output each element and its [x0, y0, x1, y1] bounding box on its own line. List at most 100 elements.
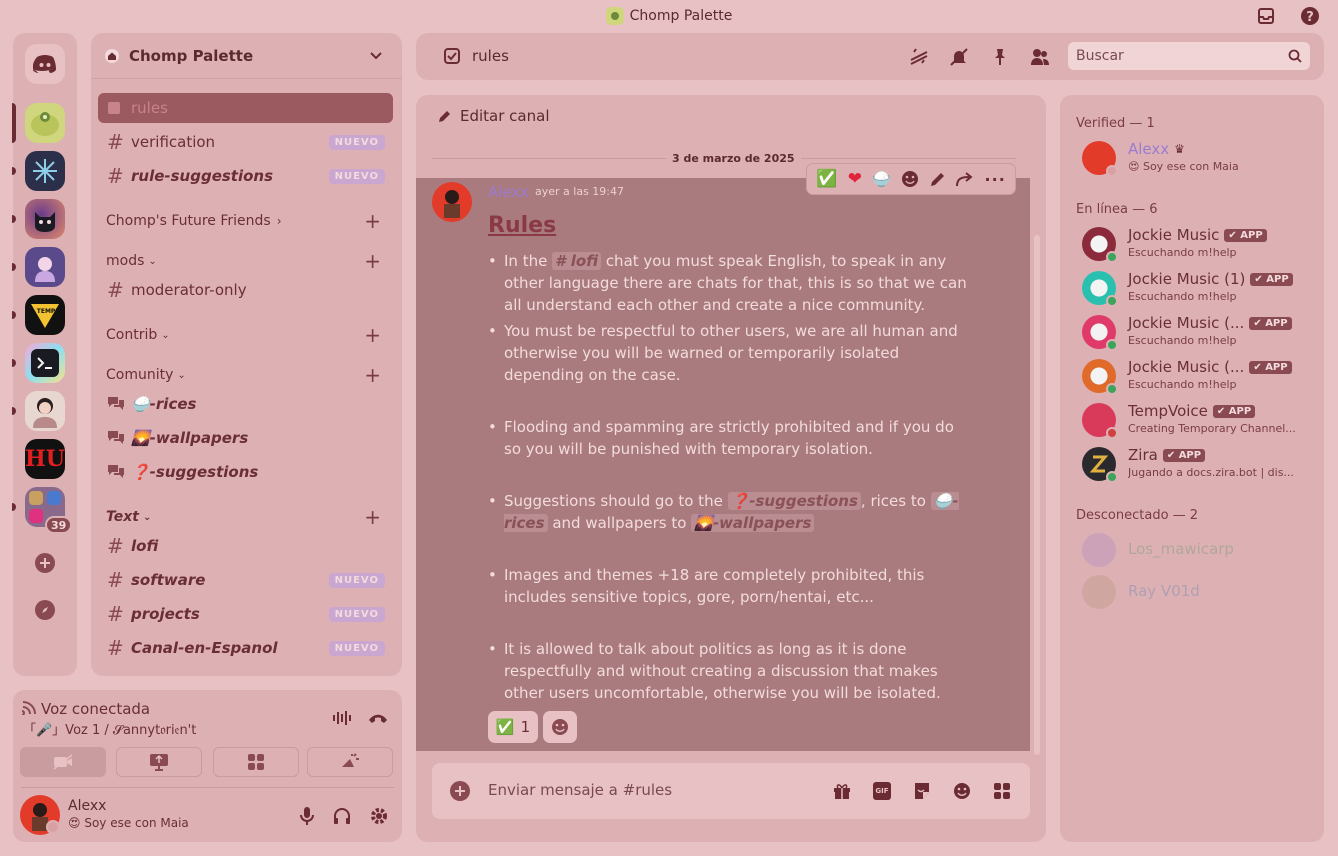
headphones-icon[interactable]: [333, 807, 351, 825]
add-channel-icon[interactable]: +: [364, 505, 381, 529]
channel-item-suggestions[interactable]: ❓-suggestions: [98, 457, 393, 487]
forward-icon[interactable]: [956, 171, 974, 187]
channel-mention[interactable]: 🌄-wallpapers: [691, 514, 815, 532]
author-avatar[interactable]: [432, 182, 472, 222]
status-idle-icon: [1106, 165, 1118, 177]
attach-plus-icon[interactable]: [450, 781, 470, 801]
guild-header[interactable]: Chomp Palette: [91, 33, 402, 79]
reaction-button[interactable]: ✅ 1: [488, 711, 538, 743]
add-reaction-button[interactable]: [543, 711, 577, 743]
category-mods[interactable]: mods ⌄ +: [106, 249, 391, 273]
category-text[interactable]: Text ⌄ +: [106, 505, 391, 529]
add-channel-icon[interactable]: +: [364, 249, 381, 273]
voice-channel-name[interactable]: 「🎤」Voz 1 / 𝓢annyt𝔬ri𝔢n't: [23, 719, 196, 738]
channel-name: software: [131, 571, 206, 589]
server-hu-icon[interactable]: HU: [25, 439, 65, 479]
server-anime-icon[interactable]: [25, 247, 65, 287]
member-name: Jockie Music (... ✔ APP: [1128, 314, 1292, 332]
notifications-muted-icon[interactable]: [950, 48, 968, 66]
threads-icon[interactable]: [909, 48, 929, 66]
help-icon[interactable]: ?: [1300, 6, 1320, 26]
server-cat-icon[interactable]: [25, 199, 65, 239]
sticker-icon[interactable]: [913, 782, 931, 800]
member-name: Jockie Music (... ✔ APP: [1128, 358, 1292, 376]
add-reaction-icon[interactable]: [901, 170, 919, 188]
channel-item-verification[interactable]: # verification NUEVO: [98, 127, 393, 157]
server-chomp-palette-icon[interactable]: [25, 103, 65, 143]
member-avatar: [1082, 533, 1116, 567]
add-server-icon[interactable]: [35, 553, 55, 573]
member-item[interactable]: Jockie Music (1) ✔ APP Escuchando m!help: [1082, 269, 1318, 309]
member-item[interactable]: Alexx ♛ 😍 Soy ese con Maia: [1082, 139, 1318, 179]
app-badge: ✔ APP: [1162, 448, 1206, 462]
settings-gear-icon[interactable]: [369, 806, 389, 826]
gif-icon[interactable]: GIF: [873, 782, 891, 800]
member-item[interactable]: Jockie Music ✔ APP Escuchando m!help: [1082, 225, 1318, 265]
member-activity: Escuchando m!help: [1128, 246, 1237, 259]
quick-react-rice-icon[interactable]: 🍚: [872, 170, 891, 188]
member-item[interactable]: Los_mawicarp: [1082, 531, 1318, 571]
window-title: Chomp Palette: [605, 7, 733, 25]
channel-item-canal-en-espanol[interactable]: # Canal-en-Espanol NUEVO: [98, 633, 393, 663]
member-item[interactable]: TempVoice ✔ APP Creating Temporary Channe…: [1082, 401, 1318, 441]
channel-item-moderator-only[interactable]: # moderator-only: [98, 275, 393, 305]
channel-item-lofi[interactable]: # lofi: [98, 531, 393, 561]
server-portrait-icon[interactable]: [25, 391, 65, 431]
explore-servers-icon[interactable]: [35, 600, 55, 620]
channel-item-rules[interactable]: rules: [98, 93, 393, 123]
inbox-icon[interactable]: [1256, 6, 1276, 26]
rule-text: , rices to: [860, 492, 926, 510]
message-input[interactable]: Enviar mensaje a #rules: [488, 781, 672, 799]
member-item[interactable]: Jockie Music (... ✔ APP Escuchando m!help: [1082, 357, 1318, 397]
reaction-emoji: ✅: [495, 718, 515, 736]
member-name: Jockie Music ✔ APP: [1128, 226, 1267, 244]
category-future-friends[interactable]: Chomp's Future Friends › +: [106, 209, 391, 233]
member-list-icon[interactable]: [1030, 48, 1050, 66]
server-terminal-icon[interactable]: [25, 343, 65, 383]
category-comunity[interactable]: Comunity ⌄ +: [106, 363, 391, 387]
noise-suppression-icon[interactable]: [333, 710, 351, 726]
edit-channel-button[interactable]: Editar canal: [438, 107, 549, 125]
server-star-icon[interactable]: [25, 151, 65, 191]
discord-home-icon[interactable]: [25, 44, 65, 84]
gift-icon[interactable]: [833, 782, 851, 800]
user-status-indicator: [46, 820, 60, 834]
channel-item-projects[interactable]: # projects NUEVO: [98, 599, 393, 629]
status-online-icon: [1106, 339, 1118, 351]
app-tag-text: APP: [1266, 273, 1289, 285]
quick-react-heart-icon[interactable]: ❤: [848, 169, 862, 189]
emoji-icon[interactable]: [953, 782, 971, 800]
activities-button[interactable]: [213, 747, 299, 777]
quick-react-check-icon[interactable]: ✅: [816, 169, 837, 189]
channel-mention[interactable]: # lofi: [552, 252, 602, 270]
add-channel-icon[interactable]: +: [364, 323, 381, 347]
scrollbar[interactable]: [1034, 235, 1040, 755]
soundboard-button[interactable]: [307, 747, 393, 777]
member-item[interactable]: Zira ✔ APP Jugando a docs.zira.bot | dis.…: [1082, 445, 1318, 485]
add-channel-icon[interactable]: +: [364, 363, 381, 387]
edit-message-icon[interactable]: [930, 171, 946, 187]
add-channel-icon[interactable]: +: [364, 209, 381, 233]
search-input[interactable]: Buscar: [1068, 42, 1310, 70]
pinned-messages-icon[interactable]: [991, 48, 1009, 66]
channel-name: 🌄-wallpapers: [131, 429, 249, 447]
server-el-temple-icon[interactable]: EL TEMPLE: [25, 295, 65, 335]
channel-item-rule-suggestions[interactable]: # rule-suggestions NUEVO: [98, 161, 393, 191]
member-item[interactable]: Jockie Music (... ✔ APP Escuchando m!help: [1082, 313, 1318, 353]
channel-item-software[interactable]: # software NUEVO: [98, 565, 393, 595]
more-options-icon[interactable]: ···: [985, 170, 1006, 189]
hash-icon: #: [107, 534, 124, 558]
channel-item-rices[interactable]: 🍚-rices: [98, 389, 393, 419]
message[interactable]: Alexx ayer a las 19:47 Rules In the # lo…: [416, 178, 1030, 751]
disconnect-icon[interactable]: [368, 712, 388, 724]
microphone-icon[interactable]: [300, 806, 314, 826]
author-name[interactable]: Alexx: [488, 183, 529, 201]
camera-button[interactable]: [20, 747, 106, 777]
apps-icon[interactable]: [993, 782, 1011, 800]
window-title-text: Chomp Palette: [629, 8, 733, 24]
share-screen-button[interactable]: [116, 747, 202, 777]
channel-mention[interactable]: ❓-suggestions: [727, 492, 861, 510]
category-contrib[interactable]: Contrib ⌄ +: [106, 323, 391, 347]
channel-item-wallpapers[interactable]: 🌄-wallpapers: [98, 423, 393, 453]
member-item[interactable]: Ray V01d: [1082, 573, 1318, 613]
